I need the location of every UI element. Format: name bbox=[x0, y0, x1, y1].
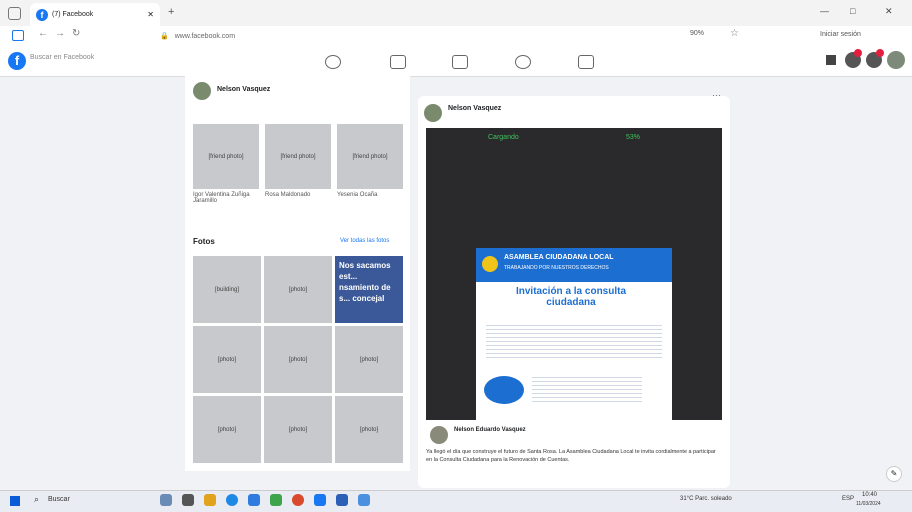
see-all-photos-link[interactable]: Ver todas las fotos bbox=[340, 238, 389, 244]
sidebar-toggle-icon[interactable] bbox=[12, 30, 24, 41]
photo-tile[interactable]: [building] bbox=[193, 256, 261, 323]
video-overlay-left: Cargando bbox=[488, 134, 519, 141]
browser-profile-label[interactable]: Iniciar sesión bbox=[820, 31, 861, 38]
tab-actions-icon[interactable] bbox=[8, 7, 21, 20]
flyer-header: ASAMBLEA CIUDADANA LOCAL TRABAJANDO POR … bbox=[476, 248, 672, 282]
edge-browser-icon[interactable] bbox=[226, 494, 238, 506]
flyer-title: ASAMBLEA CIUDADANA LOCAL bbox=[504, 254, 614, 261]
photo-tile[interactable]: [photo] bbox=[264, 256, 332, 323]
favorite-star-icon[interactable]: ☆ bbox=[730, 28, 739, 39]
refresh-icon[interactable]: ↻ bbox=[72, 28, 80, 39]
language-indicator[interactable]: ESP bbox=[842, 496, 854, 502]
flyer-heading: Invitación a la consulta ciudadana bbox=[515, 286, 627, 308]
video-overlay-right: 53% bbox=[626, 134, 641, 141]
lock-icon: 🔒 bbox=[160, 33, 169, 40]
store-icon[interactable] bbox=[248, 494, 260, 506]
maximize-button[interactable]: □ bbox=[850, 6, 855, 16]
taskbar-app-icon[interactable] bbox=[270, 494, 282, 506]
groups-nav-icon[interactable] bbox=[515, 55, 531, 69]
back-arrow-icon[interactable]: ← bbox=[38, 28, 48, 39]
shared-author-avatar[interactable] bbox=[430, 426, 448, 444]
taskbar-app-icon[interactable] bbox=[336, 494, 348, 506]
photo-tile[interactable]: [photo] bbox=[264, 326, 332, 393]
profile-left-column: Nelson Vasquez [friend photo] [friend ph… bbox=[185, 76, 410, 471]
facebook-search-input[interactable]: Buscar en Facebook bbox=[30, 54, 150, 68]
zoom-level[interactable]: 90% bbox=[690, 30, 704, 37]
menu-grid-icon[interactable] bbox=[826, 55, 836, 65]
friend-photo[interactable]: [friend photo] bbox=[265, 124, 331, 189]
forward-arrow-icon[interactable]: → bbox=[55, 28, 65, 39]
account-avatar[interactable] bbox=[887, 51, 905, 69]
browser-tab[interactable]: f (7) Facebook ✕ bbox=[30, 3, 160, 26]
messenger-badge bbox=[854, 49, 862, 57]
post-author-avatar[interactable] bbox=[424, 104, 442, 122]
file-explorer-icon[interactable] bbox=[204, 494, 216, 506]
close-window-button[interactable]: ✕ bbox=[885, 6, 893, 17]
post-author-name[interactable]: Nelson Vasquez bbox=[448, 105, 501, 112]
taskbar-app-icon[interactable] bbox=[314, 494, 326, 506]
facebook-header: f Buscar en Facebook bbox=[0, 46, 912, 77]
friend-photo[interactable]: [friend photo] bbox=[193, 124, 259, 189]
photos-title: Fotos bbox=[193, 237, 215, 246]
taskbar-search-label[interactable]: Buscar bbox=[48, 496, 70, 503]
windows-start-icon[interactable] bbox=[10, 496, 20, 506]
notifications-badge bbox=[876, 49, 884, 57]
photo-tile[interactable]: [photo] bbox=[193, 326, 261, 393]
marketplace-nav-icon[interactable] bbox=[452, 55, 468, 69]
friend-name[interactable]: Igor Valentina Zuñiga Jaramillo bbox=[193, 192, 259, 204]
address-bar: ← → ↻ 🔒 www.facebook.com 90% ☆ Iniciar s… bbox=[0, 26, 912, 47]
post-more-button[interactable]: ··· bbox=[712, 90, 721, 100]
photo-tile[interactable]: [photo] bbox=[264, 396, 332, 463]
taskbar-app-icon[interactable] bbox=[292, 494, 304, 506]
photo-tile[interactable]: [photo] bbox=[335, 396, 403, 463]
flyer-speech-bubble bbox=[484, 376, 524, 404]
minimize-button[interactable]: — bbox=[820, 6, 829, 16]
profile-avatar[interactable] bbox=[193, 82, 211, 100]
clock-time[interactable]: 10:40 bbox=[862, 492, 877, 498]
shared-author-name[interactable]: Nelson Eduardo Vasquez bbox=[454, 427, 526, 433]
profile-name[interactable]: Nelson Vasquez bbox=[217, 86, 270, 93]
friend-name[interactable]: Yesenia Ocaña bbox=[337, 192, 403, 198]
taskbar-app-icon[interactable] bbox=[358, 494, 370, 506]
home-nav-icon[interactable] bbox=[325, 55, 341, 69]
post-caption: Ya llegó el día que construye el futuro … bbox=[426, 449, 716, 463]
taskbar-app-icon[interactable] bbox=[160, 494, 172, 506]
photo-tile-text[interactable]: Nos sacamos est... nsamiento de s... con… bbox=[335, 256, 403, 323]
flyer-logo-icon bbox=[482, 256, 498, 272]
tab-title: (7) Facebook bbox=[52, 11, 94, 18]
url-text: www.facebook.com bbox=[174, 32, 236, 40]
facebook-logo-icon[interactable]: f bbox=[8, 52, 26, 70]
compose-icon[interactable]: ✎ bbox=[886, 466, 902, 482]
friend-photo[interactable]: [friend photo] bbox=[337, 124, 403, 189]
flyer-body-text bbox=[486, 322, 662, 360]
clock-date[interactable]: 11/03/2024 bbox=[856, 501, 881, 507]
task-view-icon[interactable] bbox=[182, 494, 194, 506]
new-tab-button[interactable]: + bbox=[168, 6, 174, 18]
video-nav-icon[interactable] bbox=[390, 55, 406, 69]
weather-text[interactable]: 31°C Parc. soleado bbox=[680, 496, 732, 502]
invitation-flyer: ASAMBLEA CIUDADANA LOCAL TRABAJANDO POR … bbox=[476, 248, 672, 420]
url-field[interactable]: 🔒 www.facebook.com bbox=[160, 29, 680, 43]
tab-close-icon[interactable]: ✕ bbox=[147, 10, 154, 19]
flyer-subtitle: TRABAJANDO POR NUESTROS DERECHOS bbox=[504, 265, 609, 271]
photo-tile[interactable]: [photo] bbox=[335, 326, 403, 393]
browser-tab-bar: f (7) Facebook ✕ + — □ ✕ bbox=[0, 0, 912, 26]
friend-name[interactable]: Rosa Maldonado bbox=[265, 192, 331, 198]
taskbar-search-icon[interactable]: ⌕ bbox=[34, 494, 39, 505]
flyer-details bbox=[532, 374, 642, 404]
photo-tile[interactable]: [photo] bbox=[193, 396, 261, 463]
windows-taskbar: ⌕ Buscar 31°C Parc. soleado ESP 10:40 11… bbox=[0, 490, 912, 512]
facebook-favicon-icon: f bbox=[36, 8, 48, 21]
post-video[interactable]: Cargando 53% ASAMBLEA CIUDADANA LOCAL TR… bbox=[426, 128, 722, 420]
gaming-nav-icon[interactable] bbox=[578, 55, 594, 69]
